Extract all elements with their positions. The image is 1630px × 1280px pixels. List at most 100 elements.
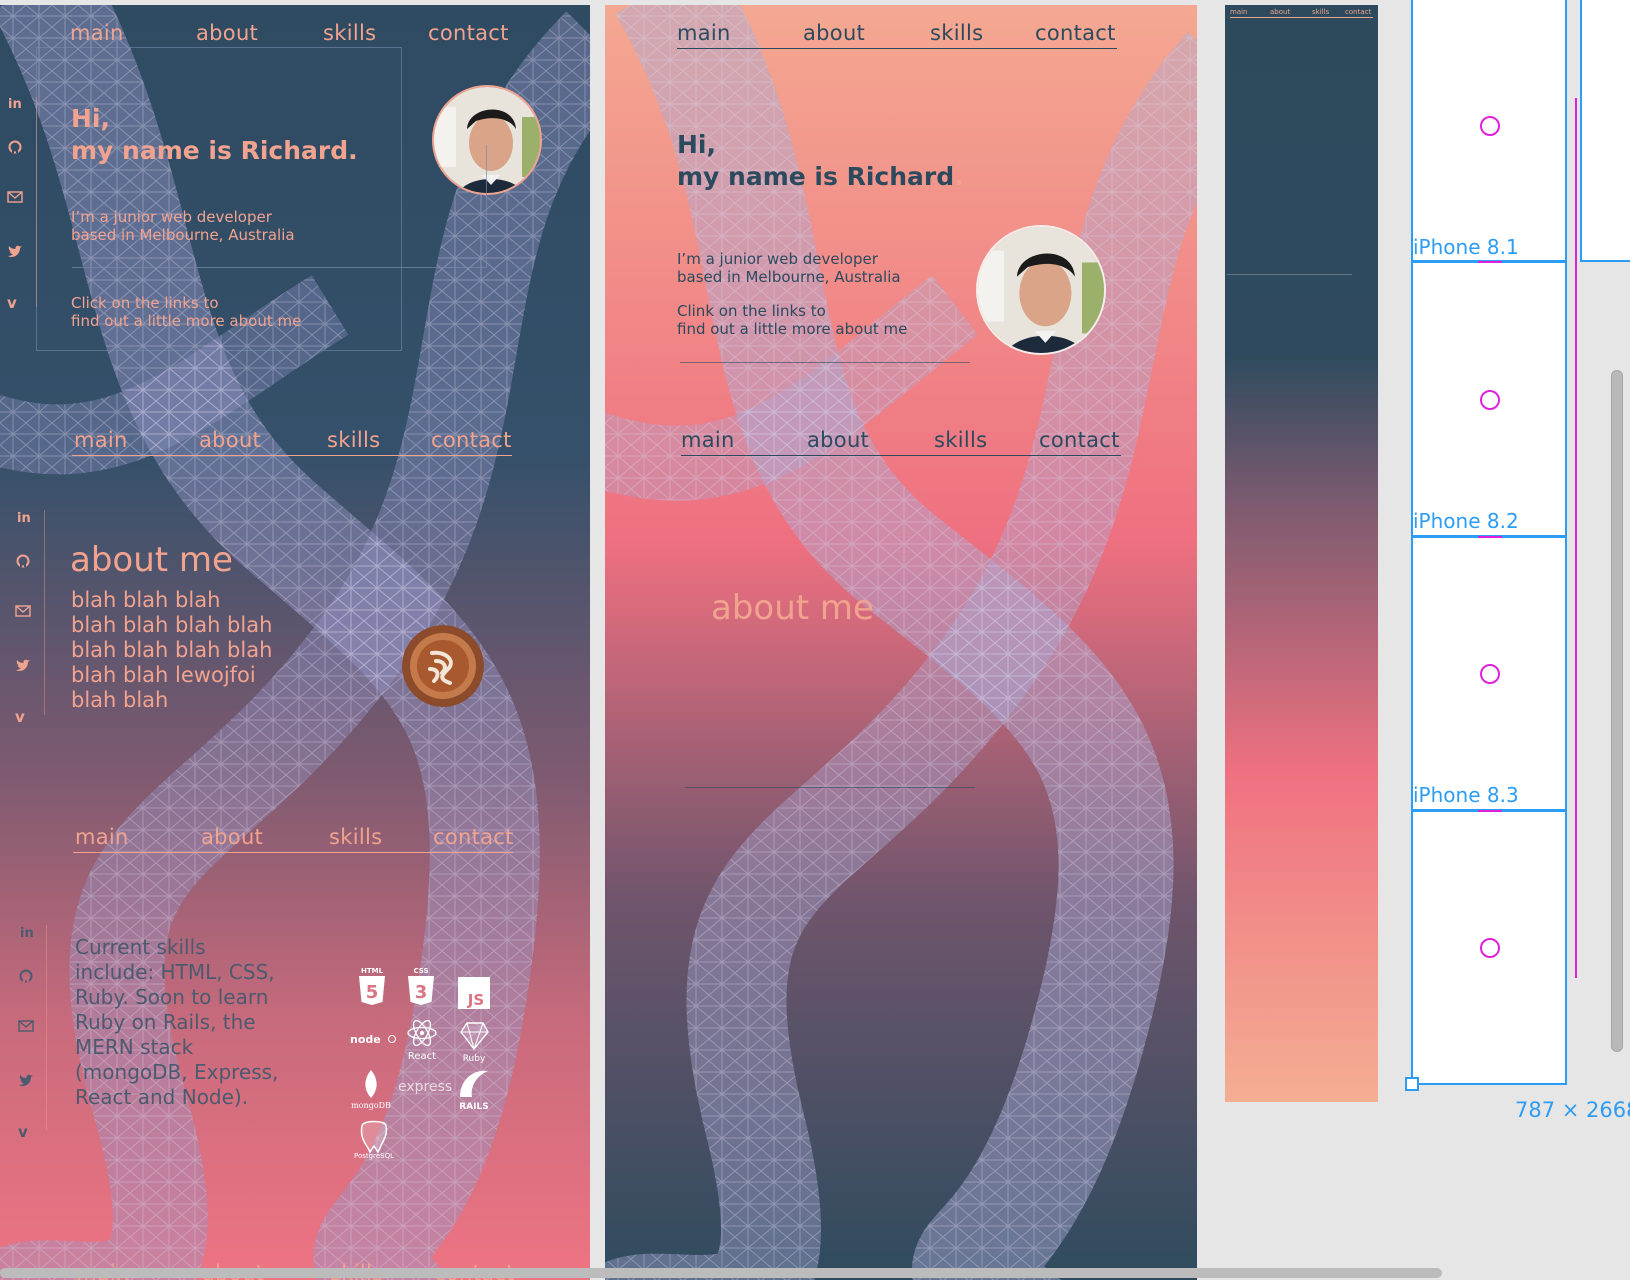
nav-about[interactable]: about (201, 825, 263, 849)
vimeo-icon[interactable]: v (13, 707, 31, 725)
svg-text:HTML: HTML (361, 967, 384, 975)
nav-contact[interactable]: contact (1039, 428, 1120, 452)
mail-icon[interactable] (17, 1017, 35, 1035)
nav-about[interactable]: about (807, 428, 869, 452)
nav-about[interactable]: about (803, 21, 865, 45)
css3-logo: CSS 3 (405, 965, 437, 1007)
social-divider (44, 510, 45, 715)
thumb-divider (1227, 274, 1352, 275)
github-icon[interactable] (6, 138, 24, 156)
nav-skills[interactable]: skills (323, 21, 376, 45)
coffee-image (402, 625, 484, 707)
express-logo: express (398, 1079, 453, 1095)
vimeo-icon[interactable]: v (5, 293, 23, 311)
nav-contact[interactable]: contact (431, 428, 512, 452)
nav-main[interactable]: main (75, 825, 129, 849)
html5-logo: HTML 5 (356, 965, 388, 1007)
nav-skills[interactable]: skills (329, 825, 382, 849)
nav-about[interactable]: about (199, 428, 261, 452)
nav-underline (73, 852, 513, 853)
vimeo-icon[interactable]: v (16, 1122, 34, 1140)
linkedin-icon[interactable]: in (7, 94, 25, 112)
hero-greeting: Hi, (677, 130, 716, 159)
frame-stack-outline[interactable] (1411, 0, 1567, 1085)
mail-icon[interactable] (6, 188, 24, 206)
frame-center-marker (1480, 664, 1500, 684)
horizontal-scrollbar[interactable] (0, 1268, 1442, 1278)
frame-center-marker (1480, 116, 1500, 136)
thumb-nav-skills[interactable]: skills (1312, 8, 1329, 16)
rails-logo: RAILS (454, 1067, 494, 1112)
hero-divider (72, 267, 486, 268)
nav-main[interactable]: main (677, 21, 731, 45)
linkedin-icon[interactable]: in (19, 923, 37, 941)
svg-text:v: v (7, 294, 17, 311)
frame-neighbor-outline[interactable] (1580, 0, 1630, 262)
about-line: blah blah (71, 688, 169, 712)
svg-text:RAILS: RAILS (459, 1102, 488, 1111)
svg-text:in: in (17, 511, 31, 526)
nav-underline (681, 455, 1121, 456)
svg-text:3: 3 (415, 982, 428, 1003)
nav-contact[interactable]: contact (433, 825, 514, 849)
frame-label-iphone2[interactable]: iPhone 8.2 (1413, 509, 1519, 533)
svg-text:in: in (20, 926, 34, 941)
social-divider (46, 925, 47, 1130)
thumb-nav-about[interactable]: about (1270, 8, 1290, 16)
linkedin-icon[interactable]: in (16, 508, 34, 526)
artboard-left: main about skills contact in v Hi, my na… (0, 5, 590, 1280)
twitter-icon[interactable] (17, 1072, 35, 1090)
hero-intro: I’m a junior web developer based in Melbo… (677, 250, 901, 286)
about-line: blah blah blah (71, 588, 221, 612)
nav-skills[interactable]: skills (327, 428, 380, 452)
nav-about[interactable]: about (196, 21, 258, 45)
nav-skills[interactable]: skills (934, 428, 987, 452)
frame-label-iphone1[interactable]: iPhone 8.1 (1413, 235, 1519, 259)
artboard-thumbnail: main about skills contact (1225, 5, 1378, 1102)
react-logo: React (405, 1018, 439, 1063)
svg-text:Ruby: Ruby (463, 1054, 486, 1063)
mail-icon[interactable] (14, 602, 32, 620)
artboard-middle: main about skills contact Hi, my name is… (605, 5, 1197, 1280)
skills-text: Current skills include: HTML, CSS, Ruby.… (75, 935, 279, 1109)
twitter-icon[interactable] (6, 243, 24, 261)
svg-text:in: in (8, 97, 22, 112)
thumb-nav-contact[interactable]: contact (1345, 8, 1371, 16)
frame-label-iphone3[interactable]: iPhone 8.3 (1413, 783, 1519, 807)
about-title: about me (711, 588, 874, 628)
postgresql-logo: PostgreSQL (352, 1118, 396, 1160)
twitter-icon[interactable] (14, 657, 32, 675)
about-title: about me (70, 540, 233, 580)
github-icon[interactable] (17, 967, 35, 985)
hero-name: my name is Richard. (677, 162, 964, 191)
svg-text:v: v (15, 708, 25, 725)
frame-center-marker (1480, 390, 1500, 410)
resize-handle[interactable] (1405, 1077, 1419, 1091)
svg-text:5: 5 (366, 982, 379, 1003)
node-logo: node (350, 1031, 398, 1047)
svg-text:node: node (350, 1033, 381, 1046)
nav-main[interactable]: main (74, 428, 128, 452)
github-icon[interactable] (14, 552, 32, 570)
frame-dimensions: 787 × 2668 (1515, 1098, 1630, 1122)
svg-text:CSS: CSS (413, 967, 428, 975)
avatar (976, 225, 1106, 355)
nav-main[interactable]: main (70, 21, 124, 45)
thumb-nav-main[interactable]: main (1230, 8, 1248, 16)
frame-gap-marker (1478, 536, 1502, 538)
svg-text:JS: JS (467, 991, 484, 1009)
thumb-nav-underline (1230, 17, 1373, 18)
nav-main[interactable]: main (681, 428, 735, 452)
svg-text:v: v (18, 1123, 28, 1140)
hero-cta: Clink on the links to find out a little m… (677, 302, 908, 338)
hero-divider-end (486, 145, 487, 268)
frame-gap-marker (1478, 810, 1502, 812)
nav-skills[interactable]: skills (930, 21, 983, 45)
js-logo: JS (458, 977, 490, 1009)
background-mesh (605, 5, 1197, 1280)
nav-contact[interactable]: contact (428, 21, 509, 45)
nav-contact[interactable]: contact (1035, 21, 1116, 45)
frame-center-marker (1480, 938, 1500, 958)
vertical-scrollbar[interactable] (1611, 370, 1623, 1052)
hero-greeting: Hi, (71, 104, 110, 133)
